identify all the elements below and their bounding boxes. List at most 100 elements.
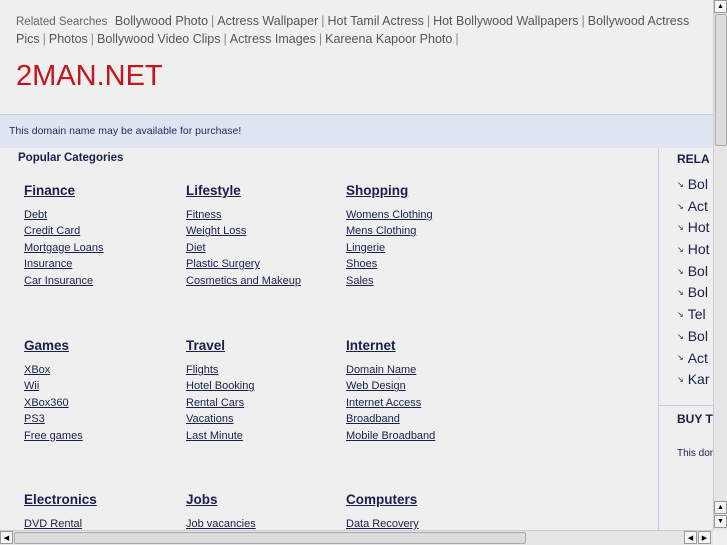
category-link[interactable]: Domain Name — [346, 362, 506, 378]
related-search-link[interactable]: Hot Tamil Actress — [328, 14, 424, 28]
category-link[interactable]: Web Design — [346, 378, 506, 394]
scroll-down-button[interactable]: ▼ — [714, 515, 727, 528]
related-search-link[interactable]: Bollywood Photo — [115, 14, 208, 28]
related-search-link[interactable]: Photos — [49, 32, 88, 46]
category-link[interactable]: Mobile Broadband — [346, 428, 506, 444]
sidebar-link[interactable]: ↘ Act — [677, 348, 713, 370]
sidebar-link-label: Kar — [687, 371, 710, 388]
arrow-icon: ↘ — [677, 244, 684, 254]
category-link[interactable]: Rental Cars — [186, 395, 346, 411]
related-search-link[interactable]: Actress Wallpaper — [217, 14, 318, 28]
category-electronics: Electronics DVD Rental — [24, 492, 184, 530]
sidebar-link[interactable]: ↘ Kar — [677, 369, 713, 391]
category-title[interactable]: Internet — [346, 338, 506, 353]
sidebar-link[interactable]: ↘ Hot — [677, 239, 713, 261]
related-sidebar: RELA ↘ Bol ↘ Act ↘ Hot ↘ Hot ↘ Bol ↘ Bol ↘ Tel ↘ Bol ↘ Ac… — [658, 152, 713, 406]
category-link[interactable]: Cosmetics and Makeup — [186, 273, 346, 289]
arrow-icon: ↘ — [677, 201, 684, 211]
scroll-left-button-right[interactable]: ◀ — [684, 531, 697, 544]
sidebar-link[interactable]: ↘ Tel — [677, 304, 713, 326]
category-link[interactable]: PS3 — [24, 411, 184, 427]
vertical-scroll-thumb[interactable] — [715, 14, 727, 146]
scroll-up-button-bottom[interactable]: ▲ — [714, 501, 727, 514]
arrow-icon: ↘ — [677, 310, 684, 320]
category-link[interactable]: Plastic Surgery — [186, 256, 346, 272]
sidebar-link[interactable]: ↘ Bol — [677, 261, 713, 283]
category-link[interactable]: Free games — [24, 428, 184, 444]
category-title[interactable]: Computers — [346, 492, 506, 507]
domain-sale-banner: This domain name may be available for pu… — [0, 114, 713, 148]
category-link[interactable]: XBox360 — [24, 395, 184, 411]
related-searches: Related Searches Bollywood Photo | Actress… — [16, 13, 713, 48]
arrow-icon: ↘ — [677, 179, 684, 189]
sidebar-link[interactable]: ↘ Bol — [677, 326, 713, 348]
category-title[interactable]: Finance — [24, 183, 184, 198]
separator: | — [581, 14, 585, 28]
category-link[interactable]: Vacations — [186, 411, 346, 427]
category-link[interactable]: Shoes — [346, 256, 506, 272]
related-search-link[interactable]: Kareena Kapoor Photo — [325, 32, 452, 46]
category-internet: Internet Domain Name Web Design Internet Ac… — [346, 338, 506, 444]
separator: | — [426, 14, 431, 28]
scroll-left-button[interactable]: ◀ — [0, 531, 13, 544]
scroll-right-button[interactable]: ▶ — [698, 531, 711, 544]
sidebar-link[interactable]: ↘ Bol — [677, 174, 713, 196]
category-link[interactable]: Diet — [186, 240, 346, 256]
arrow-icon: ↘ — [677, 223, 684, 233]
sidebar-link[interactable]: ↘ Bol — [677, 282, 713, 304]
arrow-icon: ↘ — [677, 266, 684, 276]
sidebar-divider — [658, 405, 713, 406]
category-link[interactable]: XBox — [24, 362, 184, 378]
sidebar-link-label: Tel — [687, 306, 706, 323]
category-link[interactable]: Car Insurance — [24, 273, 184, 289]
category-title[interactable]: Travel — [186, 338, 346, 353]
category-link[interactable]: Womens Clothing — [346, 207, 506, 223]
category-title[interactable]: Electronics — [24, 492, 184, 507]
category-link[interactable]: Wii — [24, 378, 184, 394]
related-search-link[interactable]: Hot Bollywood Wallpapers — [433, 14, 578, 28]
sidebar-link[interactable]: ↘ Act — [677, 196, 713, 218]
category-lifestyle: Lifestyle Fitness Weight Loss Diet Plastic S… — [186, 183, 346, 289]
buy-domain-heading: BUY T — [677, 412, 713, 426]
sidebar-link-label: Act — [687, 349, 708, 366]
category-link[interactable]: Credit Card — [24, 223, 184, 239]
category-link[interactable]: Debt — [24, 207, 184, 223]
separator: | — [42, 32, 46, 46]
separator: | — [318, 32, 323, 46]
category-link[interactable]: Weight Loss — [186, 223, 346, 239]
category-link[interactable]: Job vacancies — [186, 516, 346, 530]
sidebar-link[interactable]: ↘ Hot — [677, 217, 713, 239]
category-link[interactable]: Data Recovery — [346, 516, 506, 530]
horizontal-scroll-thumb[interactable] — [14, 532, 526, 544]
category-link[interactable]: Mens Clothing — [346, 223, 506, 239]
separator: | — [321, 14, 325, 28]
category-link[interactable]: Hotel Booking — [186, 378, 346, 394]
category-link[interactable]: Sales — [346, 273, 506, 289]
category-link[interactable]: Mortgage Loans — [24, 240, 184, 256]
category-link[interactable]: Insurance — [24, 256, 184, 272]
sidebar-heading: RELA — [677, 152, 710, 166]
category-title[interactable]: Shopping — [346, 183, 506, 198]
related-search-link[interactable]: Bollywood Video Clips — [97, 32, 220, 46]
category-link[interactable]: Internet Access — [346, 395, 506, 411]
category-title[interactable]: Lifestyle — [186, 183, 346, 198]
category-link[interactable]: Lingerie — [346, 240, 506, 256]
horizontal-scrollbar[interactable]: ◀ ◀ ▶ — [0, 530, 713, 545]
scroll-up-button[interactable]: ▲ — [714, 0, 727, 13]
category-link[interactable]: Broadband — [346, 411, 506, 427]
arrow-icon: ↘ — [677, 288, 684, 298]
category-link[interactable]: DVD Rental — [24, 516, 184, 530]
category-shopping: Shopping Womens Clothing Mens Clothing Ling… — [346, 183, 506, 289]
category-link[interactable]: Fitness — [186, 207, 346, 223]
category-link[interactable]: Flights — [186, 362, 346, 378]
sidebar-link-label: Bol — [687, 327, 708, 344]
related-search-link[interactable]: Actress Images — [230, 32, 316, 46]
category-title[interactable]: Games — [24, 338, 184, 353]
sidebar-link-label: Hot — [687, 241, 710, 258]
category-finance: Finance Debt Credit Card Mortgage Loans Insu… — [24, 183, 184, 289]
scrollbar-corner — [713, 530, 727, 545]
category-title[interactable]: Jobs — [186, 492, 346, 507]
site-title: 2MAN.NET — [16, 60, 163, 92]
category-link[interactable]: Last Minute — [186, 428, 346, 444]
vertical-scrollbar[interactable]: ▲ ▲ ▼ — [713, 0, 727, 530]
